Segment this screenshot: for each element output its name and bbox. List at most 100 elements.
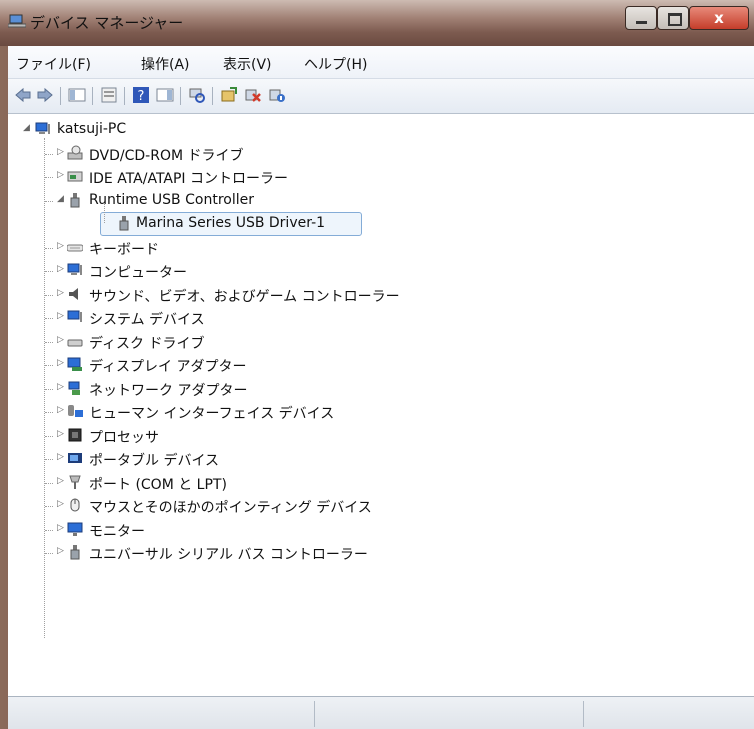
tree-connector <box>45 247 53 249</box>
tree-category[interactable]: ▷ システム デバイス <box>8 307 748 329</box>
menu-help[interactable]: ヘルプ(H) <box>304 54 367 74</box>
tree-item-label: コンピューター <box>89 265 187 281</box>
tree-connector <box>45 553 53 554</box>
expand-arrow-icon[interactable]: ▷ <box>57 452 67 462</box>
minimize-button[interactable] <box>625 6 657 30</box>
toolbar-separator <box>60 87 61 105</box>
collapse-arrow-icon[interactable]: ◢ <box>23 123 33 133</box>
back-icon[interactable] <box>14 86 32 104</box>
device-tree: ◢ katsuji-PC ▷ DVD/CD-ROM ドライブ ▷ IDE ATA/ATAP… <box>8 114 754 694</box>
expand-arrow-icon[interactable]: ▷ <box>57 523 67 533</box>
expand-arrow-icon[interactable]: ▷ <box>57 358 67 368</box>
tree-connector <box>45 529 53 531</box>
tree-connector <box>45 177 53 178</box>
client-area: ファイル(F) 操作(A) 表示(V) ヘルプ(H) ? ◢ katsuji-PC… <box>8 46 754 729</box>
tree-item-label: サウンド、ビデオ、およびゲーム コントローラー <box>89 288 400 305</box>
disk-drive-icon <box>67 339 83 346</box>
menu-file[interactable]: ファイル(F) <box>16 54 91 74</box>
tree-connector <box>45 435 53 437</box>
tree-category[interactable]: ▷ IDE ATA/ATAPI コントローラー <box>8 166 748 188</box>
tree-item-label: ユニバーサル シリアル バス コントローラー <box>89 547 368 563</box>
maximize-button[interactable] <box>657 6 689 30</box>
update-driver-icon[interactable] <box>220 86 238 104</box>
collapse-arrow-icon[interactable]: ◢ <box>57 194 67 204</box>
scan-hardware-icon[interactable] <box>188 86 206 104</box>
tree-category[interactable]: ▷ ポータブル デバイス <box>8 448 748 470</box>
computer-icon <box>35 122 50 134</box>
window-title: デバイス マネージャー <box>30 14 184 32</box>
port-icon <box>69 475 81 489</box>
monitor-icon <box>67 522 83 536</box>
expand-arrow-icon[interactable]: ▷ <box>57 170 67 180</box>
menu-action[interactable]: 操作(A) <box>141 54 190 74</box>
tree-item-label: ディスク ドライブ <box>89 335 205 352</box>
tree-item-label: ネットワーク アダプター <box>89 382 248 399</box>
expand-arrow-icon[interactable]: ▷ <box>57 288 67 298</box>
console-icon[interactable] <box>100 86 118 104</box>
tree-connector <box>45 294 53 296</box>
tree-item-label: マウスとそのほかのポインティング デバイス <box>89 500 372 516</box>
properties-view-icon[interactable] <box>68 86 86 104</box>
toolbar-separator <box>212 87 213 105</box>
expand-arrow-icon[interactable]: ▷ <box>57 429 67 439</box>
tree-category[interactable]: ▷ ポート (COM と LPT) <box>8 472 748 494</box>
tree-item-label: Marina Series USB Driver-1 <box>136 215 326 231</box>
tree-category[interactable]: ▷ ディスプレイ アダプター <box>8 354 748 376</box>
tree-category[interactable]: ▷ プロセッサ <box>8 425 748 447</box>
help-icon[interactable]: ? <box>132 86 150 104</box>
expand-arrow-icon[interactable]: ▷ <box>57 476 67 486</box>
toolbar-separator <box>180 87 181 105</box>
tree-item-label: ポート (COM と LPT) <box>89 476 227 493</box>
status-divider <box>583 701 584 727</box>
tree-category[interactable]: ▷ ユニバーサル シリアル バス コントローラー <box>8 542 748 564</box>
expand-arrow-icon[interactable]: ▷ <box>57 405 67 415</box>
ide-controller-icon <box>67 171 83 182</box>
tree-child-item[interactable]: Marina Series USB Driver-1 <box>8 203 748 236</box>
usb-plug-icon <box>70 192 80 207</box>
tree-category[interactable]: ▷ コンピューター <box>8 260 748 282</box>
tree-category[interactable]: ▷ マウスとそのほかのポインティング デバイス <box>8 495 748 517</box>
tree-item-label: プロセッサ <box>89 429 159 446</box>
processor-icon <box>68 428 82 441</box>
tree-category[interactable]: ◢ Runtime USB Controller <box>8 190 748 212</box>
mouse-icon <box>70 498 80 512</box>
tree-category[interactable]: ▷ ディスク ドライブ <box>8 331 748 353</box>
disable-icon[interactable] <box>268 86 286 104</box>
tree-item-label: ディスプレイ アダプター <box>89 359 247 375</box>
dvd-drive-icon <box>67 145 83 159</box>
status-divider <box>314 701 315 727</box>
tree-connector <box>45 482 53 484</box>
menu-view[interactable]: 表示(V) <box>223 54 272 74</box>
expand-arrow-icon[interactable]: ▷ <box>57 264 67 274</box>
tree-item-label: ヒューマン インターフェイス デバイス <box>89 406 335 422</box>
title-bar[interactable]: デバイス マネージャー x <box>0 0 754 46</box>
tree-category[interactable]: ▷ DVD/CD-ROM ドライブ <box>8 143 748 165</box>
expand-arrow-icon[interactable]: ▷ <box>57 382 67 392</box>
expand-arrow-icon[interactable]: ▷ <box>57 499 67 509</box>
uninstall-icon[interactable] <box>244 86 262 104</box>
toolbar-separator <box>124 87 125 105</box>
tree-category[interactable]: ▷ ヒューマン インターフェイス デバイス <box>8 401 748 423</box>
menu-bar: ファイル(F) 操作(A) 表示(V) ヘルプ(H) <box>8 46 754 79</box>
tree-category[interactable]: ▷ キーボード <box>8 237 748 259</box>
tree-connector <box>45 459 53 460</box>
expand-arrow-icon[interactable]: ▷ <box>57 147 67 157</box>
tree-category[interactable]: ▷ ネットワーク アダプター <box>8 378 748 400</box>
tree-category[interactable]: ▷ モニター <box>8 519 748 541</box>
tree-item-label: IDE ATA/ATAPI コントローラー <box>89 171 289 187</box>
expand-arrow-icon[interactable]: ▷ <box>57 546 67 556</box>
expand-arrow-icon[interactable]: ▷ <box>57 335 67 345</box>
status-bar <box>8 696 754 729</box>
tree-item-label: DVD/CD-ROM ドライブ <box>89 147 244 164</box>
portable-device-icon <box>68 453 82 463</box>
forward-icon[interactable] <box>36 86 54 104</box>
device-manager-app-icon <box>8 14 26 28</box>
tree-category[interactable]: ▷ サウンド、ビデオ、およびゲーム コントローラー <box>8 284 748 306</box>
tree-connector <box>45 506 53 507</box>
action-pane-icon[interactable] <box>156 86 174 104</box>
close-button[interactable]: x <box>689 6 749 30</box>
expand-arrow-icon[interactable]: ▷ <box>57 241 67 251</box>
tree-connector <box>45 271 53 272</box>
expand-arrow-icon[interactable]: ▷ <box>57 311 67 321</box>
tree-connector <box>45 153 53 155</box>
